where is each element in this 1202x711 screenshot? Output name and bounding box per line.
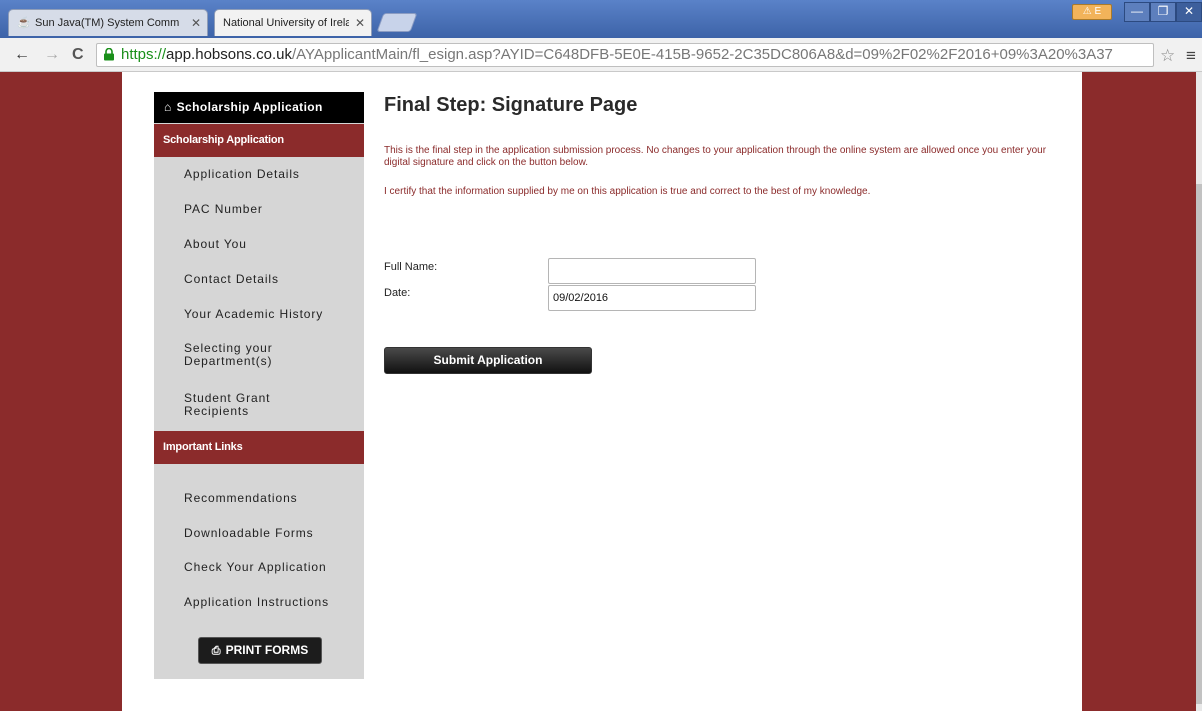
address-bar[interactable]: https://app.hobsons.co.uk/AYApplicantMai…	[96, 43, 1154, 67]
sidebar-item-academic-history[interactable]: Your Academic History	[184, 308, 354, 321]
forward-arrow-icon[interactable]: →	[44, 46, 60, 64]
sidebar-section-important-links: Important Links	[154, 431, 364, 464]
sidebar-section-scholarship: Scholarship Application	[154, 124, 364, 157]
page-title: Final Step: Signature Page	[384, 94, 638, 116]
back-arrow-icon[interactable]: ←	[14, 46, 30, 64]
tab-sun-java[interactable]: ☕ Sun Java(TM) System Comm ✕	[8, 9, 208, 36]
submit-application-button[interactable]: Submit Application	[384, 347, 592, 374]
sidebar-item-contact-details[interactable]: Contact Details	[184, 273, 354, 286]
window-controls: — ❐ ✕	[1124, 2, 1202, 22]
close-window-icon[interactable]: ✕	[1176, 2, 1202, 22]
sidebar-item-about-you[interactable]: About You	[184, 238, 354, 251]
sidebar-link-recommendations[interactable]: Recommendations	[184, 492, 354, 505]
full-name-label: Full Name:	[384, 261, 438, 273]
full-name-input[interactable]	[548, 258, 756, 284]
url-path: /AYApplicantMain/fl_esign.asp?AYID=C648D…	[291, 46, 1113, 63]
sidebar-link-application-instructions[interactable]: Application Instructions	[184, 596, 354, 609]
browser-tabstrip: ☕ Sun Java(TM) System Comm ✕ National Un…	[0, 0, 1202, 38]
sidebar-item-selecting-department[interactable]: Selecting your Department(s)	[184, 342, 354, 368]
date-label: Date:	[384, 287, 411, 299]
sidebar-item-pac-number[interactable]: PAC Number	[184, 203, 354, 216]
warning-badge[interactable]: ⚠ E	[1072, 4, 1112, 20]
close-tab-icon[interactable]: ✕	[355, 16, 365, 30]
home-icon: ⌂	[164, 100, 172, 114]
tab-national-university[interactable]: National University of Ireland ✕	[214, 9, 372, 36]
tab-title: Sun Java(TM) System Comm	[35, 17, 180, 29]
lock-icon	[104, 48, 114, 61]
printer-icon: ⎙	[211, 645, 221, 657]
sidebar-link-check-application[interactable]: Check Your Application	[184, 561, 354, 574]
minimize-icon[interactable]: —	[1124, 2, 1150, 22]
restore-icon[interactable]: ❐	[1150, 2, 1176, 22]
new-tab-button[interactable]	[376, 13, 418, 32]
scrollbar-thumb[interactable]	[1196, 184, 1202, 704]
bookmark-star-icon[interactable]: ☆	[1160, 46, 1175, 66]
sidebar-item-application-details[interactable]: Application Details	[184, 168, 354, 181]
url-scheme: https://	[121, 46, 167, 63]
date-input[interactable]	[548, 285, 756, 311]
tab-title: National University of Ireland	[223, 17, 349, 29]
scrollbar[interactable]	[1196, 72, 1202, 711]
sidebar-home-label: Scholarship Application	[176, 100, 323, 114]
sidebar-link-downloadable-forms[interactable]: Downloadable Forms	[184, 527, 354, 540]
print-forms-label: PRINT FORMS	[225, 643, 309, 657]
url-host: app.hobsons.co.uk	[166, 46, 292, 63]
print-forms-button[interactable]: ⎙ PRINT FORMS	[198, 637, 322, 664]
certification-text: I certify that the information supplied …	[384, 186, 871, 197]
reload-icon[interactable]: C	[72, 46, 84, 64]
sidebar: ⌂ Scholarship Application Scholarship App…	[154, 92, 364, 679]
sidebar-home-link[interactable]: ⌂ Scholarship Application	[154, 92, 364, 123]
intro-text: This is the final step in the applicatio…	[384, 145, 1047, 168]
java-icon: ☕	[17, 17, 31, 29]
sidebar-item-student-grant[interactable]: Student Grant Recipients	[184, 392, 354, 418]
menu-icon[interactable]: ≡	[1186, 46, 1196, 66]
browser-toolbar: ← → C https://app.hobsons.co.uk/AYApplic…	[0, 38, 1202, 72]
close-tab-icon[interactable]: ✕	[191, 16, 201, 30]
